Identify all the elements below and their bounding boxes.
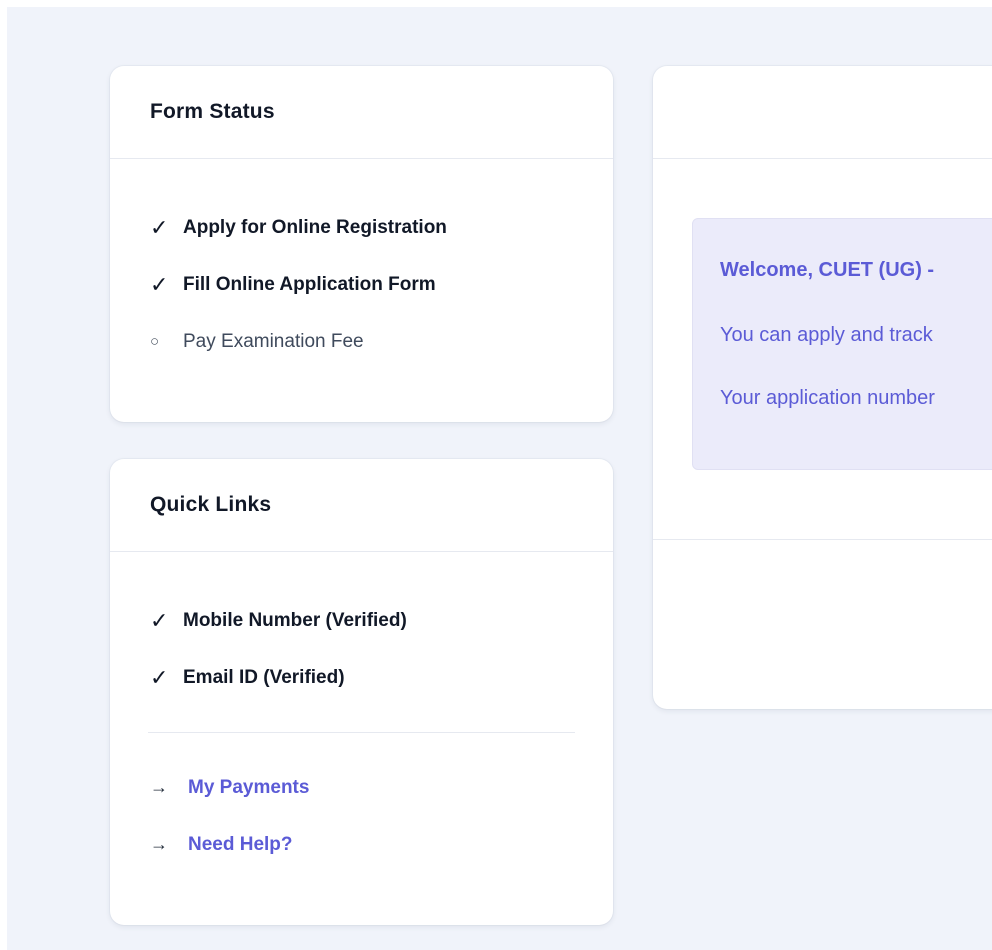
welcome-card-header [653, 66, 992, 159]
welcome-apply-text: You can apply and track [720, 324, 933, 346]
need-help-link[interactable]: → Need Help? [150, 816, 613, 873]
welcome-footer-divider [653, 539, 992, 540]
need-help-label[interactable]: Need Help? [188, 834, 293, 856]
check-icon: ✓ [150, 271, 169, 297]
status-item-pay-fee: ○ Pay Examination Fee [150, 313, 613, 370]
status-item-registration: ✓ Apply for Online Registration [150, 199, 613, 256]
check-icon: ✓ [150, 664, 169, 690]
form-status-title: Form Status [150, 100, 275, 123]
quick-links-title: Quick Links [150, 493, 272, 516]
form-status-list: ✓ Apply for Online Registration ✓ Fill O… [110, 159, 613, 370]
quick-links-card: Quick Links ✓ Mobile Number (Verified) ✓… [110, 459, 613, 925]
verified-item-label: Mobile Number (Verified) [183, 609, 407, 631]
welcome-card: Welcome, CUET (UG) - You can apply and t… [653, 66, 992, 709]
verification-list: ✓ Mobile Number (Verified) ✓ Email ID (V… [110, 552, 613, 706]
status-item-application-form: ✓ Fill Online Application Form [150, 256, 613, 313]
form-status-header: Form Status [110, 66, 613, 159]
my-payments-label[interactable]: My Payments [188, 777, 309, 799]
circle-icon: ○ [150, 333, 160, 350]
verified-item-email: ✓ Email ID (Verified) [150, 649, 613, 706]
arrow-right-icon: → [150, 834, 168, 854]
verified-item-label: Email ID (Verified) [183, 666, 345, 688]
quick-links-header: Quick Links [110, 459, 613, 552]
check-icon: ✓ [150, 607, 169, 633]
quick-links-list: → My Payments → Need Help? [110, 733, 613, 873]
page-background: Form Status ✓ Apply for Online Registrat… [7, 7, 992, 950]
arrow-right-icon: → [150, 777, 168, 797]
check-icon: ✓ [150, 214, 169, 240]
welcome-info-box: Welcome, CUET (UG) - You can apply and t… [692, 218, 992, 470]
status-item-label: Fill Online Application Form [183, 273, 436, 295]
my-payments-link[interactable]: → My Payments [150, 759, 613, 816]
status-item-label: Pay Examination Fee [183, 330, 364, 352]
welcome-application-number-text: Your application number [720, 387, 935, 409]
verified-item-mobile: ✓ Mobile Number (Verified) [150, 592, 613, 649]
welcome-title: Welcome, CUET (UG) - [720, 259, 935, 281]
form-status-card: Form Status ✓ Apply for Online Registrat… [110, 66, 613, 422]
status-item-label: Apply for Online Registration [183, 216, 447, 238]
